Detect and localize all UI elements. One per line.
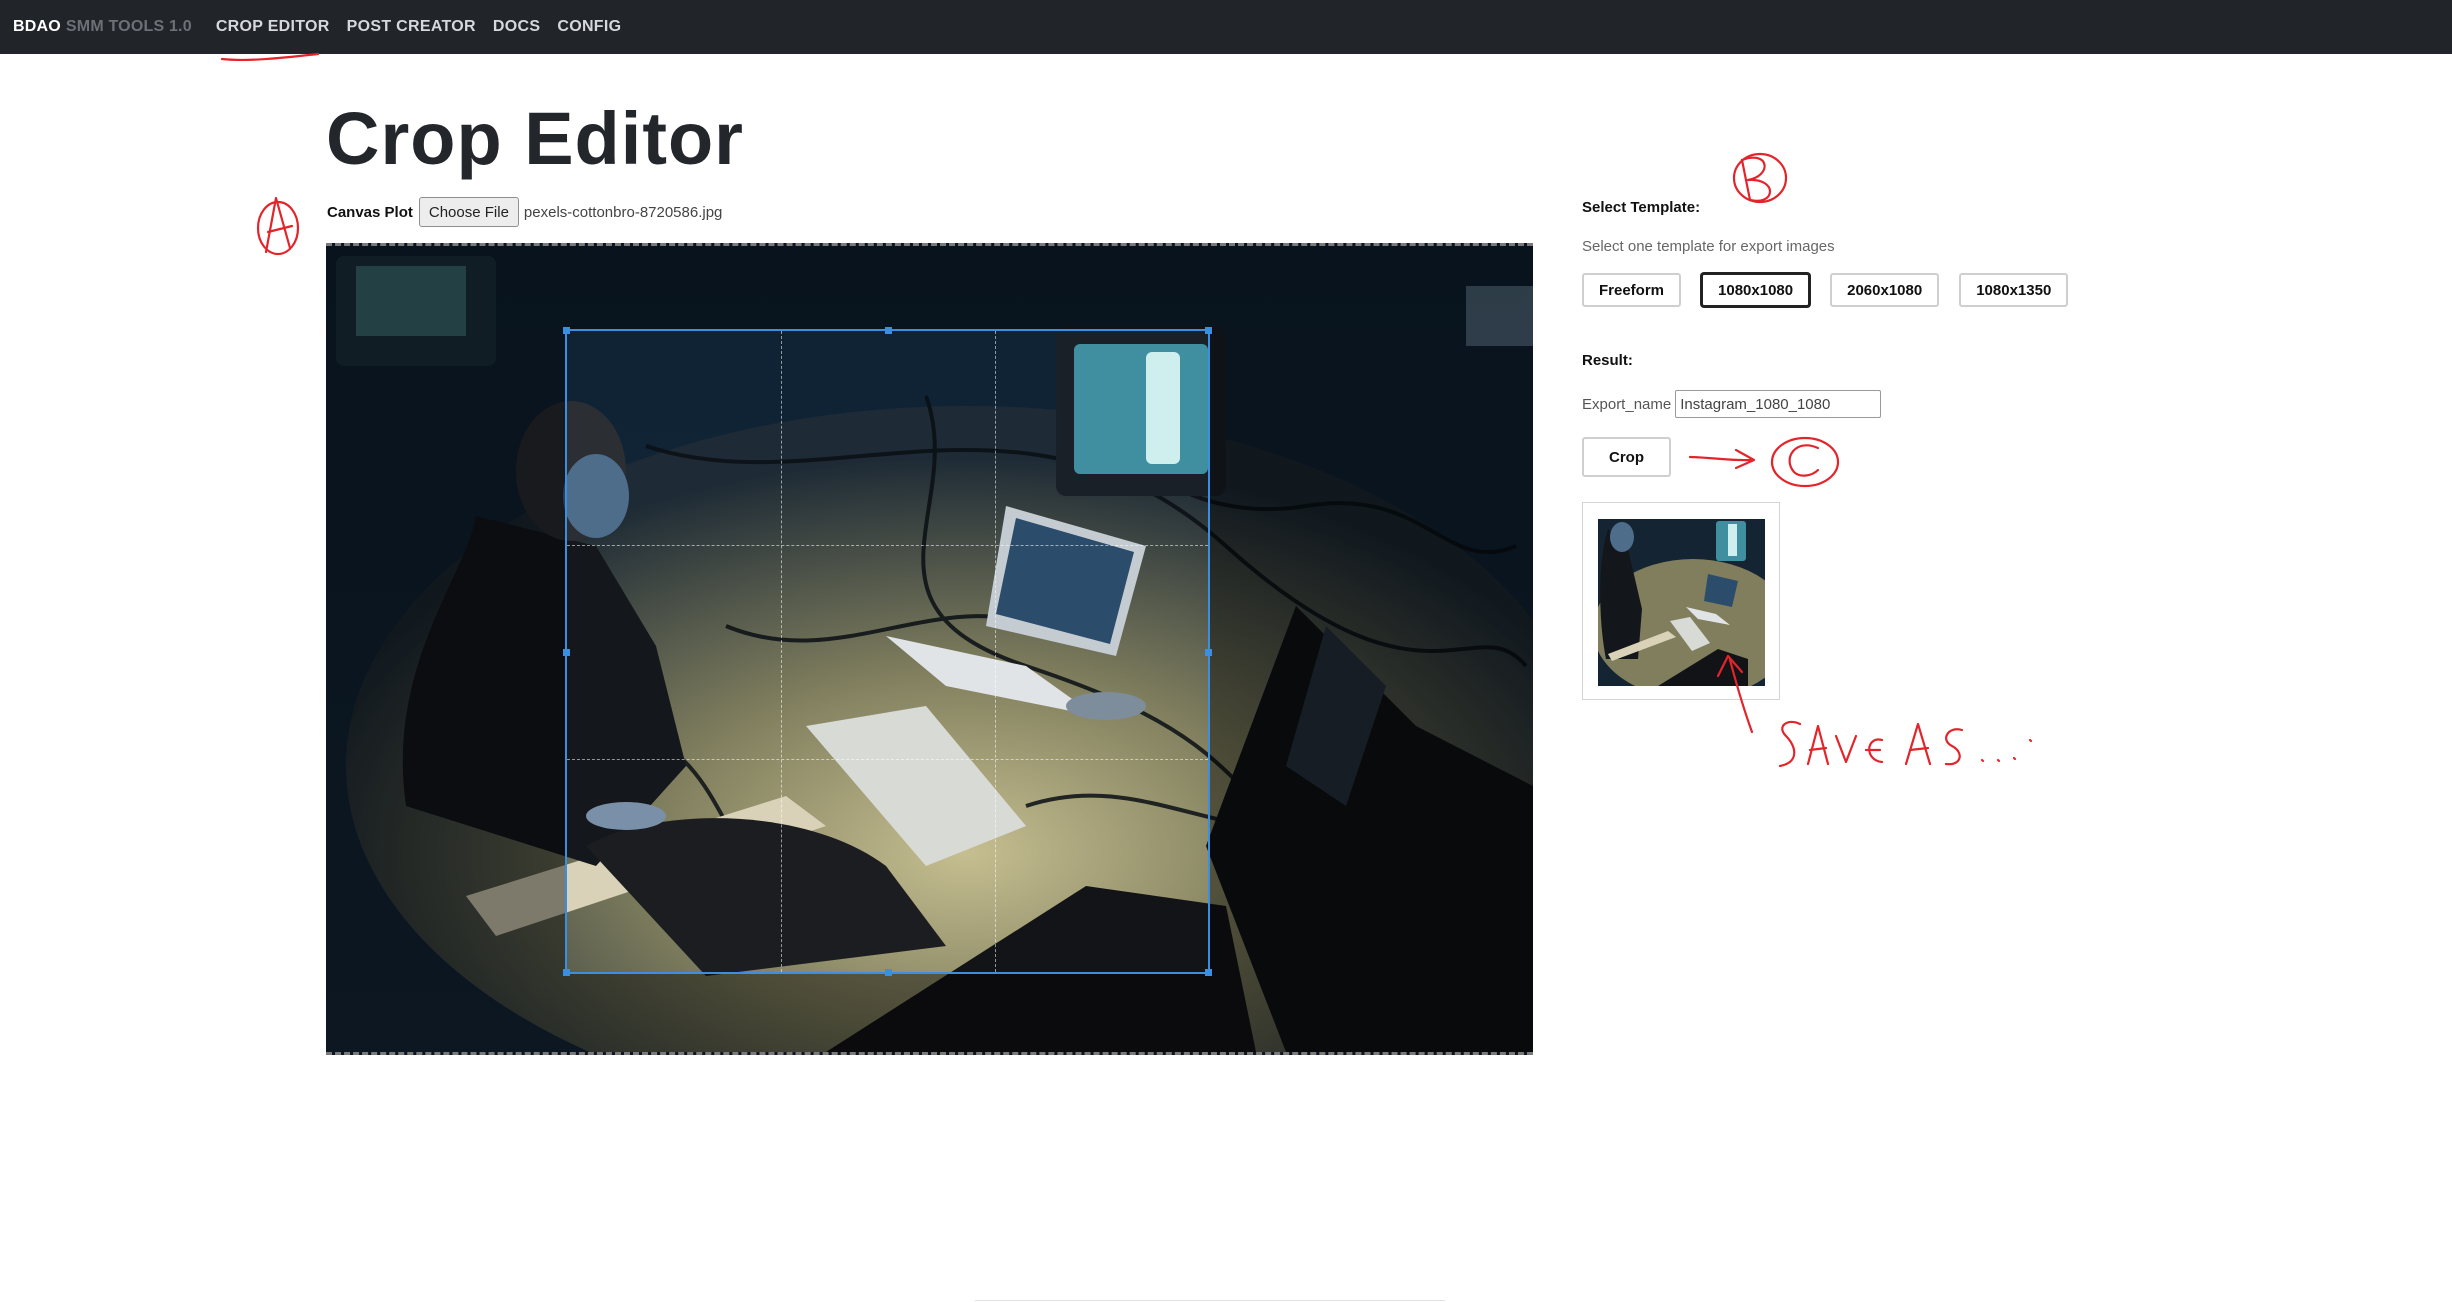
arrow-to-c xyxy=(1688,448,1756,470)
result-heading: Result: xyxy=(1582,352,1633,369)
nav-config[interactable]: CONFIG xyxy=(557,18,621,36)
underline-mark xyxy=(220,52,320,62)
save-as-handwriting xyxy=(1778,720,2033,768)
crop-mask-right xyxy=(1210,329,1533,974)
crop-button[interactable]: Crop xyxy=(1582,437,1671,477)
crop-canvas[interactable] xyxy=(326,243,1533,1055)
canvas-plot-label: Canvas Plot xyxy=(327,203,413,221)
crop-mask-left xyxy=(326,329,565,974)
export-name-label: Export_name xyxy=(1582,395,1672,413)
template-2060x1080-button[interactable]: 2060x1080 xyxy=(1830,273,1940,307)
page-title: Crop Editor xyxy=(326,97,744,180)
footer-divider xyxy=(975,1300,1445,1301)
handle-n[interactable] xyxy=(885,327,892,334)
crop-guide-h1 xyxy=(567,545,1208,546)
letter-b-mark xyxy=(1732,152,1788,204)
template-options: Freeform 1080x1080 2060x1080 1080x1350 xyxy=(1582,273,2088,307)
template-freeform-button[interactable]: Freeform xyxy=(1582,273,1682,307)
cropped-thumbnail[interactable] xyxy=(1598,519,1765,686)
nav-docs[interactable]: DOCS xyxy=(493,18,540,36)
file-name: pexels-cottonbro-8720586.jpg xyxy=(523,203,723,221)
template-helper-text: Select one template for export images xyxy=(1582,238,1835,255)
nav-post-creator[interactable]: POST CREATOR xyxy=(347,18,476,36)
brand-sub: SMM TOOLS 1.0 xyxy=(65,18,192,35)
crop-guide-v1 xyxy=(781,331,782,972)
brand-main: BDAO xyxy=(13,18,61,35)
export-row: Export_name xyxy=(1582,390,1882,418)
crop-guide-v2 xyxy=(995,331,996,972)
handle-se[interactable] xyxy=(1205,969,1212,976)
handle-w[interactable] xyxy=(563,649,570,656)
handle-ne[interactable] xyxy=(1205,327,1212,334)
top-navbar: BDAO SMM TOOLS 1.0 CROP EDITOR POST CREAT… xyxy=(0,0,2452,54)
crop-guide-h2 xyxy=(567,759,1208,760)
crop-mask-bottom xyxy=(326,974,1533,1052)
handle-e[interactable] xyxy=(1205,649,1212,656)
template-1080x1080-button[interactable]: 1080x1080 xyxy=(1701,273,1811,307)
crop-selection-box[interactable] xyxy=(563,327,1212,976)
export-name-input[interactable] xyxy=(1675,390,1882,418)
choose-file-button[interactable]: Choose File xyxy=(418,197,519,227)
handle-sw[interactable] xyxy=(563,969,570,976)
handle-nw[interactable] xyxy=(563,327,570,334)
crop-mask-top xyxy=(326,246,1533,329)
result-preview-card xyxy=(1582,502,1780,700)
nav-crop-editor[interactable]: CROP EDITOR xyxy=(216,18,330,36)
brand[interactable]: BDAO SMM TOOLS 1.0 xyxy=(13,18,192,36)
template-1080x1350-button[interactable]: 1080x1350 xyxy=(1959,273,2069,307)
file-row: Canvas Plot Choose File pexels-cottonbro… xyxy=(327,196,722,228)
letter-a-mark xyxy=(256,196,300,256)
select-template-heading: Select Template: xyxy=(1582,199,1701,216)
letter-c-mark xyxy=(1770,436,1840,488)
handle-s[interactable] xyxy=(885,969,892,976)
